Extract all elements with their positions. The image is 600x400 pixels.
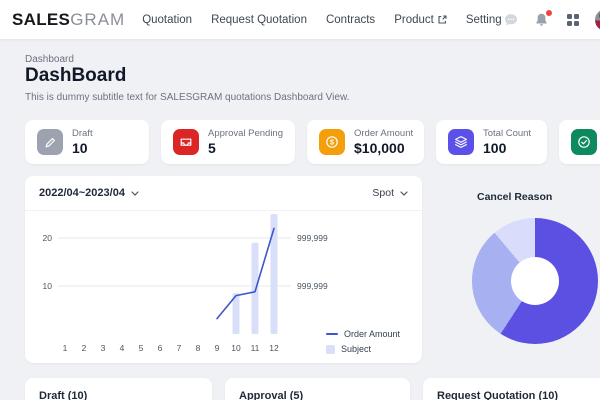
svg-text:3: 3 <box>101 343 106 353</box>
donut-hole <box>511 257 559 305</box>
logo-bold-text: SALES <box>12 10 70 29</box>
page-title: DashBoard <box>25 65 126 87</box>
user-avatar[interactable] <box>595 9 600 31</box>
stat-card-draft: Draft 10 <box>25 120 149 164</box>
svg-text:1: 1 <box>63 343 68 353</box>
nav-item-quotation[interactable]: Quotation <box>142 14 192 26</box>
orders-chart-card: 2022/04~2023/04 Spot 20 999,999 10 999,999 1… <box>25 176 422 363</box>
approval-card-title: Approval (5) <box>239 390 396 400</box>
legend-label: Order Amount <box>344 329 400 339</box>
request-quotation-list-card: Request Quotation (10) <box>423 378 600 400</box>
square-marker-icon <box>326 345 335 354</box>
svg-text:7: 7 <box>177 343 182 353</box>
chart-legend: Order Amount Subject <box>326 329 400 354</box>
cancel-reason-donut-chart[interactable] <box>472 218 598 344</box>
chat-icon[interactable] <box>502 11 520 29</box>
svg-text:20: 20 <box>43 233 53 243</box>
stat-value: 5 <box>208 140 283 156</box>
logo-light-text: GRAM <box>70 10 125 29</box>
stat-card-total-count: Total Count 100 <box>436 120 547 164</box>
spot-filter-select[interactable]: Spot <box>372 187 408 199</box>
nav-item-request-quotation[interactable]: Request Quotation <box>211 14 307 26</box>
request-quotation-card-title: Request Quotation (10) <box>437 390 600 400</box>
svg-text:10: 10 <box>231 343 241 353</box>
legend-item-subject[interactable]: Subject <box>326 344 400 354</box>
stat-card-order-amount: $ Order Amount $10,000 <box>307 120 424 164</box>
chart-body: 20999,99910999,999123456789101112 Order … <box>25 211 422 368</box>
stat-value: 100 <box>483 140 531 156</box>
nav-item-contracts[interactable]: Contracts <box>326 14 375 26</box>
apps-grid-icon[interactable] <box>564 11 582 29</box>
chevron-down-icon <box>400 191 408 196</box>
draft-list-card: Draft (10) <box>25 378 212 400</box>
stat-label: Order Amount <box>354 128 413 140</box>
check-circle-icon <box>571 129 597 155</box>
inbox-icon <box>173 129 199 155</box>
stat-card-completed <box>559 120 600 164</box>
main-menu: Quotation Request Quotation Contracts Pr… <box>142 14 501 26</box>
svg-text:6: 6 <box>158 343 163 353</box>
cancel-reason-title: Cancel Reason <box>477 191 552 203</box>
svg-text:2: 2 <box>82 343 87 353</box>
stat-value: 10 <box>72 140 93 156</box>
svg-text:$: $ <box>330 138 335 147</box>
stats-row: Draft 10 Approval Pending 5 $ Order Amou… <box>25 120 600 164</box>
app-logo[interactable]: SALESGRAM <box>12 10 125 30</box>
date-range-select[interactable]: 2022/04~2023/04 <box>39 187 139 199</box>
layers-icon <box>448 129 474 155</box>
svg-text:999,999: 999,999 <box>297 281 328 291</box>
stat-label: Draft <box>72 128 93 140</box>
svg-text:12: 12 <box>269 343 279 353</box>
line-marker-icon <box>326 333 338 335</box>
approval-list-card: Approval (5) <box>225 378 410 400</box>
notification-dot <box>546 10 552 16</box>
pencil-icon <box>37 129 63 155</box>
svg-text:8: 8 <box>196 343 201 353</box>
breadcrumb[interactable]: Dashboard <box>25 54 74 65</box>
date-range-label: 2022/04~2023/04 <box>39 187 125 199</box>
top-nav: SALESGRAM Quotation Request Quotation Co… <box>0 0 600 40</box>
chevron-down-icon <box>131 191 139 196</box>
nav-item-product-label: Product <box>394 14 434 26</box>
svg-text:5: 5 <box>139 343 144 353</box>
svg-text:11: 11 <box>251 343 260 353</box>
bell-icon[interactable] <box>533 11 551 29</box>
nav-item-product[interactable]: Product <box>394 14 447 26</box>
legend-item-order-amount[interactable]: Order Amount <box>326 329 400 339</box>
spot-filter-label: Spot <box>372 187 394 199</box>
bottom-cards-row: Draft (10) Approval (5) Request Quotatio… <box>25 378 600 400</box>
draft-card-title: Draft (10) <box>39 390 198 400</box>
legend-label: Subject <box>341 344 371 354</box>
stat-card-approval-pending: Approval Pending 5 <box>161 120 295 164</box>
stat-value: $10,000 <box>354 140 413 156</box>
nav-item-setting[interactable]: Setting <box>466 14 502 26</box>
svg-text:999,999: 999,999 <box>297 233 328 243</box>
svg-text:10: 10 <box>43 281 53 291</box>
stat-label: Total Count <box>483 128 531 140</box>
svg-text:4: 4 <box>120 343 125 353</box>
nav-actions <box>502 9 600 31</box>
svg-text:9: 9 <box>215 343 220 353</box>
dollar-coin-icon: $ <box>319 129 345 155</box>
stat-label: Approval Pending <box>208 128 283 140</box>
chart-header: 2022/04~2023/04 Spot <box>25 176 422 211</box>
page-subtitle: This is dummy subtitle text for SALESGRA… <box>25 92 349 103</box>
external-link-icon <box>438 15 447 24</box>
